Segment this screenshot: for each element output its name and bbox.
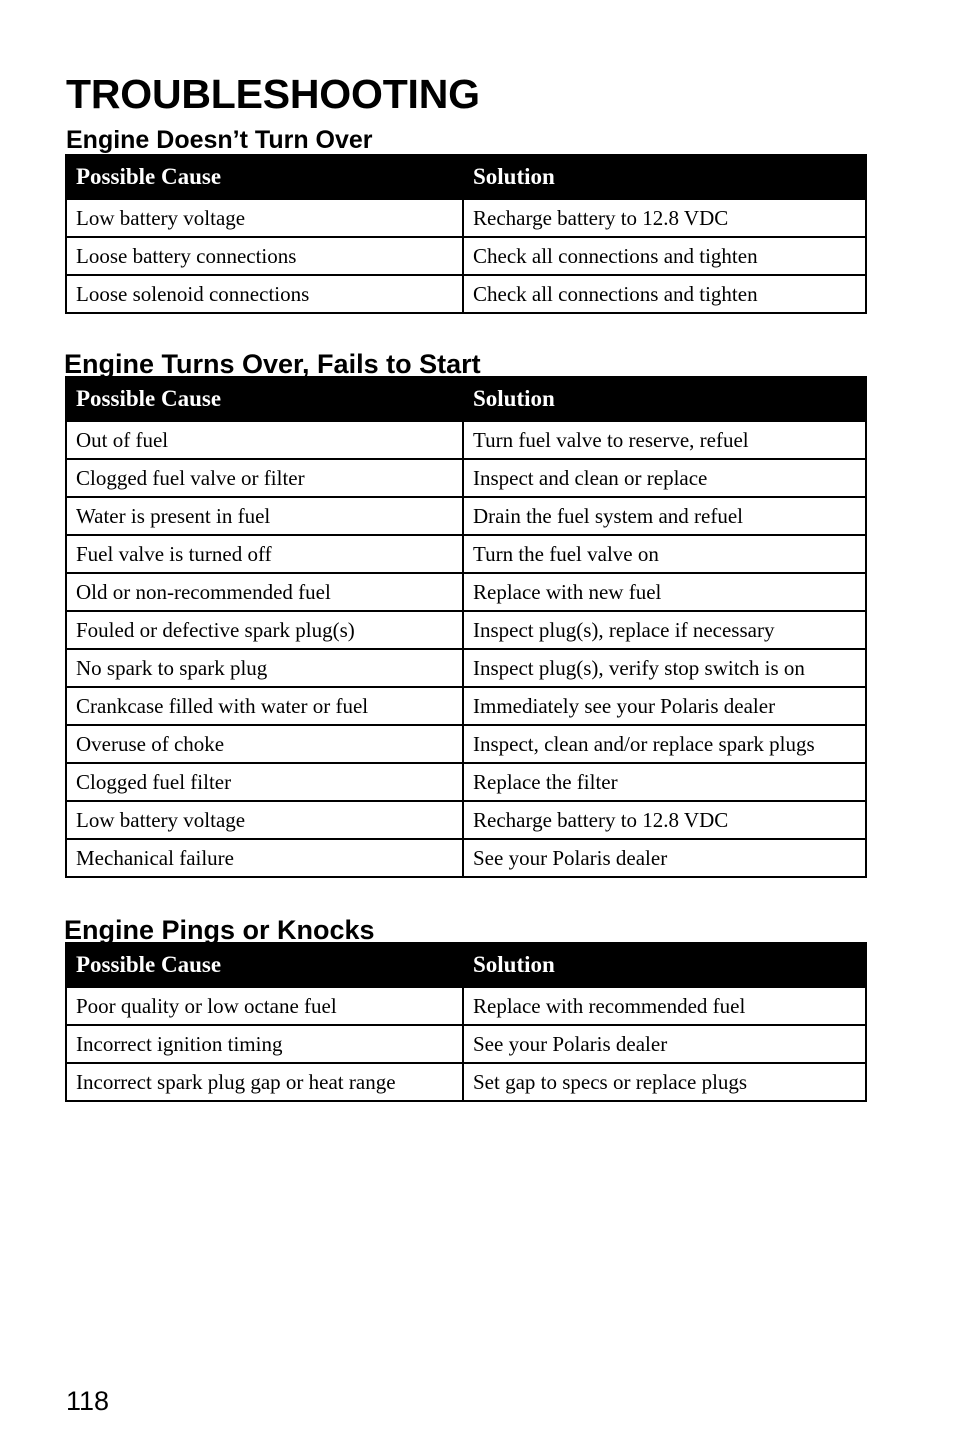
cell-possible-cause: Mechanical failure [65, 838, 464, 878]
troubleshooting-table-engine-pings-or-knocks: Possible Cause Solution Poor quality or … [65, 942, 867, 1102]
cell-possible-cause: Fuel valve is turned off [65, 534, 464, 574]
cell-solution: Inspect plug(s), replace if necessary [462, 610, 867, 650]
column-header-possible-cause: Possible Cause [65, 942, 464, 988]
cell-possible-cause: Poor quality or low octane fuel [65, 986, 464, 1026]
cell-solution: Turn the fuel valve on [462, 534, 867, 574]
page-number: 118 [66, 1386, 110, 1416]
cell-solution: Set gap to specs or replace plugs [462, 1062, 867, 1102]
table-row: Crankcase filled with water or fuel Imme… [65, 686, 867, 726]
cell-possible-cause: Loose battery connections [65, 236, 464, 276]
troubleshooting-table-engine-doesnt-turn-over: Possible Cause Solution Low battery volt… [65, 154, 867, 314]
cell-possible-cause: Crankcase filled with water or fuel [65, 686, 464, 726]
column-header-solution: Solution [462, 376, 867, 422]
cell-possible-cause: Incorrect ignition timing [65, 1024, 464, 1064]
table-row: Overuse of choke Inspect, clean and/or r… [65, 724, 867, 764]
table-row: Low battery voltage Recharge battery to … [65, 198, 867, 238]
column-header-solution: Solution [462, 154, 867, 200]
table-row: Fouled or defective spark plug(s) Inspec… [65, 610, 867, 650]
document-page: TROUBLESHOOTING Engine Doesn’t Turn Over… [0, 0, 954, 1454]
table-row: No spark to spark plug Inspect plug(s), … [65, 648, 867, 688]
cell-possible-cause: Low battery voltage [65, 800, 464, 840]
cell-possible-cause: Clogged fuel valve or filter [65, 458, 464, 498]
table-row: Incorrect spark plug gap or heat range S… [65, 1062, 867, 1102]
table-header-row: Possible Cause Solution [65, 154, 867, 200]
cell-solution: Check all connections and tighten [462, 274, 867, 314]
cell-solution: Recharge battery to 12.8 VDC [462, 800, 867, 840]
table-row: Mechanical failure See your Polaris deal… [65, 838, 867, 878]
table-row: Incorrect ignition timing See your Polar… [65, 1024, 867, 1064]
table-header-row: Possible Cause Solution [65, 942, 867, 988]
cell-possible-cause: Fouled or defective spark plug(s) [65, 610, 464, 650]
cell-solution: Inspect and clean or replace [462, 458, 867, 498]
cell-possible-cause: No spark to spark plug [65, 648, 464, 688]
table-row: Old or non-recommended fuel Replace with… [65, 572, 867, 612]
column-header-solution: Solution [462, 942, 867, 988]
cell-solution: Immediately see your Polaris dealer [462, 686, 867, 726]
table-row: Clogged fuel valve or filter Inspect and… [65, 458, 867, 498]
cell-possible-cause: Old or non-recommended fuel [65, 572, 464, 612]
table-row: Loose battery connections Check all conn… [65, 236, 867, 276]
cell-solution: Inspect, clean and/or replace spark plug… [462, 724, 867, 764]
cell-possible-cause: Loose solenoid connections [65, 274, 464, 314]
table-row: Loose solenoid connections Check all con… [65, 274, 867, 314]
table-row: Fuel valve is turned off Turn the fuel v… [65, 534, 867, 574]
section-heading-engine-pings-or-knocks: Engine Pings or Knocks [64, 915, 375, 946]
cell-possible-cause: Low battery voltage [65, 198, 464, 238]
cell-possible-cause: Out of fuel [65, 420, 464, 460]
table-header-row: Possible Cause Solution [65, 376, 867, 422]
cell-possible-cause: Incorrect spark plug gap or heat range [65, 1062, 464, 1102]
table-row: Low battery voltage Recharge battery to … [65, 800, 867, 840]
cell-possible-cause: Water is present in fuel [65, 496, 464, 536]
section-heading-engine-doesnt-turn-over: Engine Doesn’t Turn Over [66, 125, 373, 154]
column-header-possible-cause: Possible Cause [65, 376, 464, 422]
cell-possible-cause: Overuse of choke [65, 724, 464, 764]
cell-possible-cause: Clogged fuel filter [65, 762, 464, 802]
cell-solution: Check all connections and tighten [462, 236, 867, 276]
table-row: Clogged fuel filter Replace the filter [65, 762, 867, 802]
section-heading-engine-turns-over-fails-to-start: Engine Turns Over, Fails to Start [64, 349, 481, 380]
cell-solution: Inspect plug(s), verify stop switch is o… [462, 648, 867, 688]
table-row: Out of fuel Turn fuel valve to reserve, … [65, 420, 867, 460]
cell-solution: Drain the fuel system and refuel [462, 496, 867, 536]
cell-solution: Replace the filter [462, 762, 867, 802]
troubleshooting-table-engine-turns-over-fails-to-start: Possible Cause Solution Out of fuel Turn… [65, 376, 867, 878]
cell-solution: See your Polaris dealer [462, 1024, 867, 1064]
table-row: Poor quality or low octane fuel Replace … [65, 986, 867, 1026]
cell-solution: Replace with new fuel [462, 572, 867, 612]
cell-solution: Replace with recommended fuel [462, 986, 867, 1026]
table-row: Water is present in fuel Drain the fuel … [65, 496, 867, 536]
column-header-possible-cause: Possible Cause [65, 154, 464, 200]
cell-solution: Recharge battery to 12.8 VDC [462, 198, 867, 238]
page-title: TROUBLESHOOTING [66, 71, 480, 118]
cell-solution: See your Polaris dealer [462, 838, 867, 878]
cell-solution: Turn fuel valve to reserve, refuel [462, 420, 867, 460]
